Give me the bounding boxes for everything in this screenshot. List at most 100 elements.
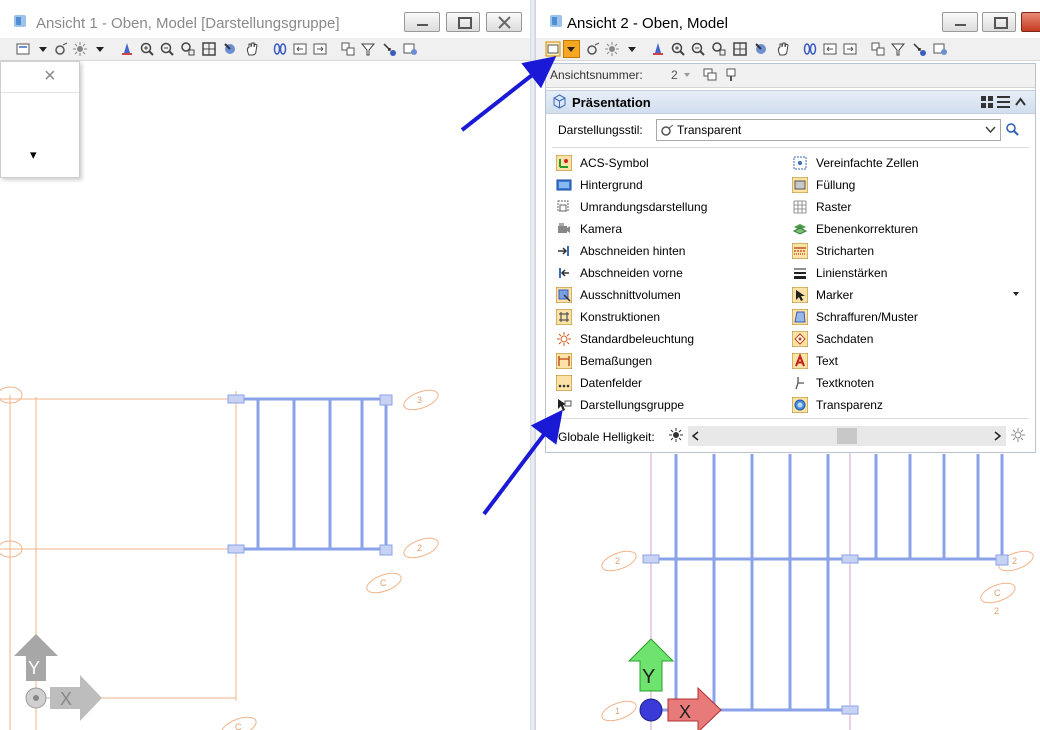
view-2-toolbar <box>536 38 1040 61</box>
view-window-1: Ansicht 1 - Oben, Model [Darstellungsgru… <box>0 0 530 730</box>
view-1-title: Ansicht 1 - Oben, Model [Darstellungsgru… <box>36 15 340 32</box>
level-overrides-icon <box>792 224 808 235</box>
view-display-icon[interactable] <box>585 41 601 57</box>
view-attributes-dropdown[interactable] <box>563 40 580 58</box>
item-label: Abschneiden vorne <box>580 266 683 280</box>
acs-icon <box>556 155 572 171</box>
item-label: Textknoten <box>816 376 875 390</box>
search-icon[interactable] <box>1005 122 1019 136</box>
fit-view-icon[interactable] <box>732 41 748 57</box>
brightness-slider-thumb[interactable] <box>837 428 857 444</box>
camera-icon <box>558 223 570 233</box>
lighting-icon[interactable] <box>72 41 88 57</box>
chevron-down-icon[interactable] <box>624 41 640 57</box>
view-settings-icon[interactable] <box>932 41 948 57</box>
chevron-down-icon[interactable] <box>92 41 108 57</box>
grid-label: 1 <box>615 706 620 716</box>
item-label: Linienstärken <box>816 266 888 280</box>
grid-label: 3 <box>417 395 422 405</box>
zoom-in-icon[interactable] <box>139 41 155 57</box>
minimize-button[interactable] <box>404 12 440 32</box>
view-number-label: Ansichtsnummer: <box>550 68 643 82</box>
walk-icon[interactable] <box>802 41 818 57</box>
next-view-icon[interactable] <box>312 41 328 57</box>
zoom-out-icon[interactable] <box>690 41 706 57</box>
chevron-left-icon[interactable] <box>692 431 699 441</box>
grid-label: 2 <box>615 556 620 566</box>
copy-view-icon[interactable] <box>702 67 718 83</box>
zoom-out-icon[interactable] <box>159 41 175 57</box>
pan-view-icon[interactable] <box>244 41 260 57</box>
pin-icon[interactable] <box>723 67 739 83</box>
style-select[interactable]: Transparent <box>656 119 1001 141</box>
marker-icon <box>792 287 808 303</box>
view-filter-icon[interactable] <box>360 41 376 57</box>
chevron-right-icon[interactable] <box>994 431 1001 441</box>
beam-frame <box>651 454 1004 712</box>
display-set-icon[interactable] <box>911 41 927 57</box>
item-label: Text <box>816 354 839 368</box>
item-label: Kamera <box>580 222 623 236</box>
close-button[interactable] <box>486 12 522 32</box>
view-app-icon <box>14 15 26 27</box>
fit-view-icon[interactable] <box>201 41 217 57</box>
axis-y-label: Y <box>28 658 40 678</box>
update-view-icon[interactable] <box>119 41 135 57</box>
window-area-icon[interactable] <box>180 41 196 57</box>
close-icon <box>498 16 511 29</box>
close-icon[interactable]: × <box>44 65 56 88</box>
next-view-icon[interactable] <box>842 41 858 57</box>
previous-view-icon[interactable] <box>822 41 838 57</box>
grid-label: 2 <box>417 543 422 553</box>
lighting-icon[interactable] <box>604 41 620 57</box>
item-label: Füllung <box>816 178 856 192</box>
brightness-high-icon <box>1011 428 1025 442</box>
view-display-icon[interactable] <box>53 41 69 57</box>
view-number-row: Ansichtsnummer: 2 <box>546 64 1035 88</box>
view-number-value[interactable]: 2 <box>671 68 678 82</box>
zoom-in-icon[interactable] <box>670 41 686 57</box>
item-label: Bemaßungen <box>580 354 653 368</box>
view-attributes-icon[interactable] <box>545 41 561 57</box>
item-label: ACS-Symbol <box>580 156 649 170</box>
text-nodes-icon <box>795 377 804 390</box>
previous-view-icon[interactable] <box>292 41 308 57</box>
pan-view-icon[interactable] <box>775 41 791 57</box>
maximize-button[interactable] <box>446 12 480 32</box>
dropdown-arrow-icon[interactable]: ▾ <box>30 147 37 163</box>
lighting-icon <box>557 332 571 346</box>
chevron-down-icon[interactable] <box>1012 291 1020 297</box>
rotate-view-icon[interactable] <box>753 41 769 57</box>
chevron-down-icon[interactable] <box>35 41 51 57</box>
grid-label: C <box>994 588 1001 598</box>
maximize-button[interactable] <box>982 12 1016 32</box>
copy-view-icon[interactable] <box>340 41 356 57</box>
collapse-up-icon[interactable] <box>1015 97 1026 107</box>
view-attributes-icon[interactable] <box>15 41 31 57</box>
line-weights-icon <box>794 268 806 279</box>
close-button[interactable] <box>1021 12 1040 32</box>
grid-view-icon[interactable] <box>981 96 993 108</box>
window-area-icon[interactable] <box>711 41 727 57</box>
update-view-icon[interactable] <box>650 41 666 57</box>
item-label: Konstruktionen <box>580 310 661 324</box>
item-label: Marker <box>816 288 854 302</box>
copy-view-icon[interactable] <box>870 41 886 57</box>
list-view-icon[interactable] <box>997 96 1010 108</box>
presentation-header[interactable]: Präsentation <box>546 90 1035 114</box>
view-filter-icon[interactable] <box>890 41 906 57</box>
grid-icon <box>793 200 807 214</box>
brightness-slider[interactable] <box>688 426 1006 446</box>
item-label: Abschneiden hinten <box>580 244 686 258</box>
view-settings-icon[interactable] <box>402 41 418 57</box>
constructions-icon <box>556 309 572 325</box>
grid-label: C <box>380 578 387 588</box>
chevron-down-icon[interactable] <box>683 71 691 79</box>
display-set-icon[interactable] <box>381 41 397 57</box>
view-app-icon <box>550 15 562 27</box>
display-set-icon <box>558 399 572 411</box>
rotate-view-icon[interactable] <box>222 41 238 57</box>
walk-icon[interactable] <box>272 41 288 57</box>
data-fields-icon <box>556 375 572 391</box>
minimize-button[interactable] <box>942 12 978 32</box>
